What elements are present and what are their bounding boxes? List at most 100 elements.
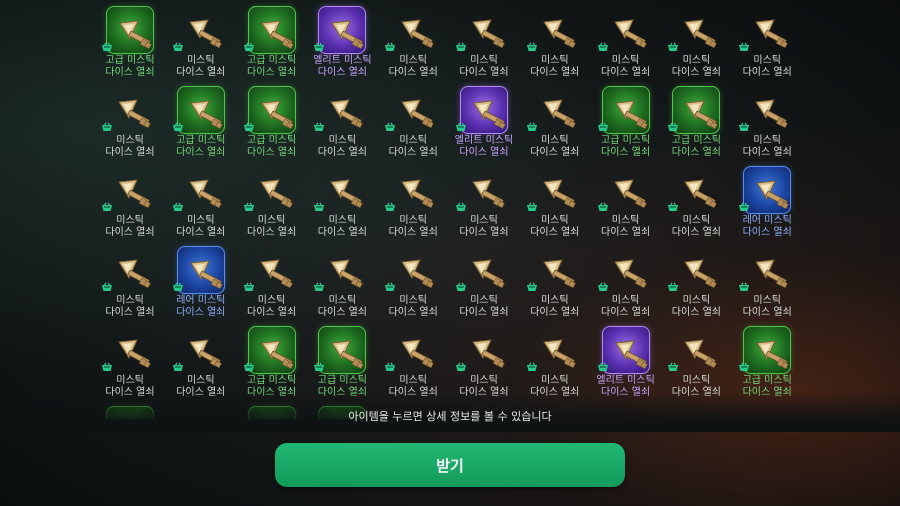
key-icon <box>189 260 223 290</box>
shopping-basket-icon <box>385 122 396 131</box>
item-slot[interactable]: 미스틱다이스 열쇠 <box>455 322 513 400</box>
item-frame <box>743 6 791 54</box>
key-icon <box>614 340 648 370</box>
item-slot[interactable]: 미스틱다이스 열쇠 <box>101 242 159 320</box>
item-name-line2: 다이스 열쇠 <box>388 147 438 158</box>
item-slot[interactable]: 고급 미스틱다이스 열쇠 <box>172 82 230 160</box>
item-slot[interactable]: 미스틱다이스 열쇠 <box>526 2 584 80</box>
item-frame <box>389 326 437 374</box>
item-slot[interactable]: 미스틱다이스 열쇠 <box>384 242 442 320</box>
item-slot[interactable]: 엘리트 미스틱다이스 열쇠 <box>596 322 655 400</box>
item-slot[interactable]: 미스틱다이스 열쇠 <box>313 162 371 240</box>
item-frame <box>460 326 508 374</box>
shopping-basket-icon <box>668 122 679 131</box>
item-name: 미스틱다이스 열쇠 <box>726 135 808 159</box>
item-name-line1: 미스틱 <box>116 295 144 306</box>
item-frame <box>318 86 366 134</box>
receive-button[interactable]: 받기 <box>275 443 625 487</box>
item-slot[interactable]: 미스틱다이스 열쇠 <box>101 322 159 400</box>
item-slot[interactable]: 미스틱다이스 열쇠 <box>738 2 796 80</box>
item-name-line2: 다이스 열쇠 <box>388 67 438 78</box>
key-icon <box>542 259 576 289</box>
item-frame <box>318 326 367 374</box>
item-slot[interactable]: 미스틱다이스 열쇠 <box>172 2 230 80</box>
item-slot[interactable]: 고급 미스틱다이스 열쇠 <box>667 82 725 160</box>
item-frame <box>602 166 650 214</box>
item-slot[interactable]: 미스틱다이스 열쇠 <box>172 322 230 400</box>
item-slot[interactable]: 미스틱다이스 열쇠 <box>313 82 371 160</box>
item-frame <box>672 86 721 134</box>
item-name-line1: 미스틱 <box>328 135 357 146</box>
item-name-line2: 다이스 열쇠 <box>530 147 580 158</box>
item-slot[interactable]: 미스틱다이스 열쇠 <box>597 162 655 240</box>
item-slot[interactable]: 미스틱다이스 열쇠 <box>455 242 513 320</box>
item-name-line1: 미스틱 <box>470 215 498 226</box>
item-slot[interactable]: 고급 미스틱다이스 열쇠 <box>313 322 371 400</box>
item-name-line1: 미스틱 <box>682 375 711 386</box>
shopping-basket-icon <box>739 362 750 371</box>
item-slot[interactable]: 미스틱다이스 열쇠 <box>101 82 159 160</box>
item-slot[interactable]: 미스틱다이스 열쇠 <box>526 82 584 160</box>
shopping-basket-icon <box>597 362 608 371</box>
item-name-line1: 미스틱 <box>540 375 569 386</box>
item-slot[interactable]: 고급 미스틱다이스 열쇠 <box>243 2 301 80</box>
item-slot[interactable]: 미스틱다이스 열쇠 <box>455 162 513 240</box>
item-slot[interactable]: 미스틱다이스 열쇠 <box>455 2 513 80</box>
item-slot[interactable]: 고급 미스틱다이스 열쇠 <box>738 322 796 400</box>
item-slot[interactable]: 미스틱다이스 열쇠 <box>667 322 725 400</box>
item-slot[interactable]: 고급 미스틱다이스 열쇠 <box>597 82 655 160</box>
shopping-basket-icon <box>668 42 679 51</box>
shopping-basket-icon <box>456 282 466 291</box>
item-slot[interactable]: 미스틱다이스 열쇠 <box>384 2 442 80</box>
item-slot[interactable]: 미스틱다이스 열쇠 <box>313 242 371 320</box>
item-name-line1: 미스틱 <box>611 215 640 226</box>
item-slot[interactable]: 미스틱다이스 열쇠 <box>526 242 584 320</box>
item-frame <box>460 6 508 54</box>
shopping-basket-icon <box>385 42 396 51</box>
key-icon <box>614 100 648 130</box>
shopping-basket-icon <box>314 42 325 51</box>
item-slot[interactable]: 엘리트 미스틱다이스 열쇠 <box>313 2 372 80</box>
item-slot[interactable]: 미스틱다이스 열쇠 <box>101 162 159 240</box>
shopping-basket-icon <box>243 362 254 371</box>
item-slot[interactable]: 미스틱다이스 열쇠 <box>597 2 655 80</box>
item-slot[interactable]: 레어 미스틱 다이스 열쇠 <box>738 162 796 240</box>
item-slot[interactable]: 미스틱다이스 열쇠 <box>738 242 796 320</box>
item-frame <box>177 326 225 374</box>
key-icon <box>542 179 576 209</box>
item-slot[interactable]: 미스틱다이스 열쇠 <box>526 162 584 240</box>
item-slot[interactable]: 미스틱다이스 열쇠 <box>172 162 230 240</box>
item-slot[interactable]: 미스틱다이스 열쇠 <box>243 242 301 320</box>
item-slot[interactable]: 미스틱다이스 열쇠 <box>667 242 725 320</box>
item-name: 미스틱다이스 열쇠 <box>655 295 737 319</box>
item-slot[interactable]: 레어 미스틱 다이스 열쇠 <box>172 242 230 320</box>
item-name-line2: 다이스 열쇠 <box>459 307 509 318</box>
shopping-basket-icon <box>172 122 183 131</box>
item-slot[interactable]: 미스틱다이스 열쇠 <box>667 162 725 240</box>
item-slot[interactable]: 미스틱다이스 열쇠 <box>384 322 442 400</box>
item-slot[interactable]: 미스틱다이스 열쇠 <box>597 242 655 320</box>
item-frame <box>176 86 225 134</box>
item-name-line2: 다이스 열쇠 <box>317 307 367 318</box>
item-slot[interactable]: 미스틱다이스 열쇠 <box>243 162 301 240</box>
item-name-line1: 고급 미스틱 <box>176 135 226 146</box>
item-name: 미스틱다이스 열쇠 <box>301 295 383 319</box>
item-name: 고급 미스틱다이스 열쇠 <box>655 135 737 159</box>
item-slot[interactable]: 미스틱다이스 열쇠 <box>667 2 725 80</box>
key-icon <box>685 100 719 130</box>
item-slot[interactable]: 미스틱다이스 열쇠 <box>384 82 442 160</box>
item-slot[interactable]: 고급 미스틱다이스 열쇠 <box>243 322 301 400</box>
item-name-line2: 다이스 열쇠 <box>176 67 226 78</box>
shopping-basket-icon <box>314 282 325 291</box>
item-slot[interactable]: 미스틱다이스 열쇠 <box>384 162 442 240</box>
item-slot[interactable]: 엘리트 미스틱다이스 열쇠 <box>455 82 513 160</box>
item-slot[interactable]: 고급 미스틱다이스 열쇠 <box>101 2 159 80</box>
shopping-basket-icon <box>385 362 396 371</box>
item-slot[interactable]: 미스틱다이스 열쇠 <box>738 82 796 160</box>
item-slot[interactable]: 미스틱다이스 열쇠 <box>526 322 584 400</box>
item-name-line2: 다이스 열쇠 <box>742 67 792 78</box>
item-frame <box>389 246 437 294</box>
item-frame <box>177 166 225 214</box>
item-slot[interactable]: 고급 미스틱다이스 열쇠 <box>243 82 301 160</box>
shopping-basket-icon <box>314 362 325 371</box>
